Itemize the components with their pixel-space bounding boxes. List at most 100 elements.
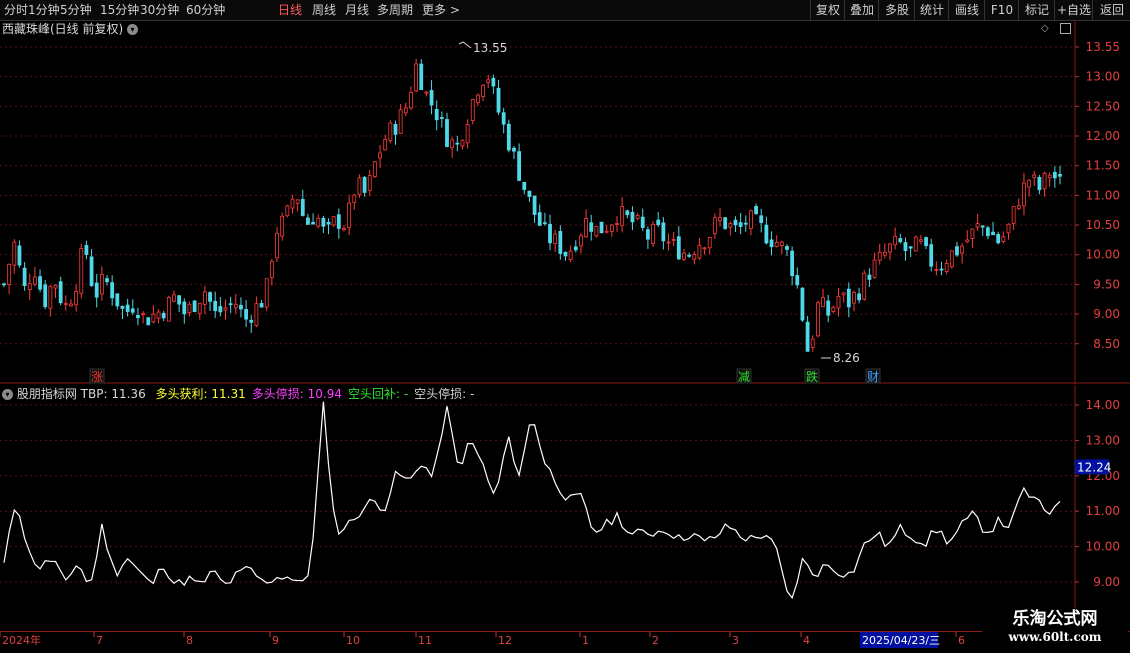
candle-body [826, 300, 831, 316]
candle-body [728, 223, 733, 228]
candle-body [615, 223, 619, 225]
candle-body [893, 235, 898, 246]
candle-body [682, 252, 686, 260]
candle-body [367, 175, 372, 191]
candle-body [352, 194, 357, 203]
candle-body [749, 210, 753, 229]
toolbar-item[interactable]: 日线 [278, 2, 302, 18]
candle-body [795, 275, 800, 286]
candle-body [548, 223, 552, 244]
candle-body [836, 296, 841, 309]
signal-marker: 涨 [89, 368, 105, 384]
candle-body [2, 283, 6, 286]
candle-body [785, 246, 789, 250]
date-label: 10 [346, 634, 360, 647]
toolbar-item[interactable]: 60分钟 [186, 2, 225, 18]
toolbar-item[interactable]: 5分钟 [60, 2, 92, 18]
toolbar-button[interactable]: F10 [984, 0, 1019, 20]
toolbar-button[interactable]: 统计 [914, 0, 949, 20]
candle-body [949, 250, 954, 267]
candle-body [934, 269, 939, 271]
signal-marker: 减 [736, 368, 752, 384]
candle-body [197, 302, 202, 314]
candle-body [702, 247, 707, 250]
candle-body [687, 254, 692, 257]
candle-body [558, 231, 563, 254]
toolbar-item[interactable]: 1分钟 [28, 2, 60, 18]
price-axis-label: 10.50 [1086, 218, 1120, 232]
candle-body [1001, 236, 1006, 242]
signal-marker: 跌 [804, 368, 820, 384]
candle-body [105, 278, 109, 283]
toolbar-item[interactable]: 多周期 [377, 2, 413, 18]
candlestick-chart[interactable]: 13.55 13.00 12.50 12.00 11.50 11.00 10.50 10.00… [0, 20, 1130, 384]
toolbar-button[interactable]: 多股 [878, 0, 915, 20]
candle-body [769, 239, 774, 248]
candle-body [944, 263, 949, 273]
candle-body [89, 256, 94, 286]
candle-body [759, 215, 764, 223]
indicator-axis-label: 10.00 [1086, 540, 1120, 554]
candle-body [7, 263, 12, 285]
candle-body [630, 212, 635, 223]
candle-body [553, 233, 558, 244]
toolbar-item[interactable]: 30分钟 [140, 2, 179, 18]
toolbar-button[interactable]: 画线 [948, 0, 985, 20]
candle-body [357, 177, 362, 195]
candle-body [1047, 174, 1052, 178]
candle-body [651, 223, 655, 244]
candle-body [476, 94, 480, 104]
candle-body [43, 284, 48, 308]
candle-body [249, 319, 254, 323]
candle-body [285, 205, 290, 217]
candle-body [383, 138, 388, 151]
date-label: 2024年 [2, 633, 41, 647]
candle-body [532, 195, 537, 215]
toolbar-button[interactable]: 返回 [1092, 0, 1130, 20]
candle-body [33, 276, 37, 285]
toolbar-button[interactable]: 标记 [1018, 0, 1055, 20]
toolbar-item[interactable]: 分时 [4, 2, 28, 18]
candle-body [640, 216, 645, 228]
candle-body [311, 221, 315, 225]
price-axis-label: 13.55 [1086, 40, 1120, 54]
candle-body [22, 267, 27, 287]
signal-text: 减 [738, 370, 750, 384]
candle-body [17, 245, 22, 266]
candle-body [579, 235, 583, 247]
candle-body [671, 238, 676, 241]
toolbar-item[interactable]: 15分钟 [100, 2, 139, 18]
toolbar-item[interactable]: 月线 [345, 2, 369, 18]
period-toolbar: 分时 1分钟 5分钟 15分钟 30分钟 60分钟 日线 周线 月线 多周期 更多 > 复权 叠加 多股统… [0, 0, 1130, 21]
candle-body [336, 214, 341, 229]
date-cursor-label: 2025/04/23/三 [862, 634, 940, 647]
candle-body [573, 246, 578, 251]
candle-body [156, 311, 161, 319]
candle-body [306, 217, 310, 225]
indicator-axis-label: 9.00 [1093, 575, 1120, 589]
candle-body [852, 292, 856, 304]
toolbar-item[interactable]: 更多 > [422, 2, 460, 18]
toolbar-button[interactable]: +自选 [1054, 0, 1093, 20]
candle-body [877, 251, 882, 261]
candle-body [919, 239, 923, 242]
candle-body [445, 119, 449, 147]
candle-body [161, 312, 166, 319]
candle-body [568, 250, 573, 260]
candle-body [182, 301, 187, 315]
price-axis-label: 9.50 [1093, 277, 1120, 291]
candle-body [239, 304, 243, 310]
indicator-chart[interactable]: 14.0013.0012.0011.0010.009.0012.24 [0, 385, 1130, 631]
candle-body [991, 231, 995, 236]
candle-body [146, 317, 151, 326]
candle-body [718, 217, 722, 222]
toolbar-button[interactable]: 复权 [810, 0, 845, 20]
candle-body [970, 228, 975, 239]
candle-body [882, 251, 887, 256]
toolbar-button[interactable]: 叠加 [844, 0, 879, 20]
price-axis-label: 13.00 [1086, 70, 1120, 84]
candle-body [470, 99, 475, 121]
candle-body [244, 309, 249, 320]
toolbar-item[interactable]: 周线 [312, 2, 336, 18]
candle-body [172, 294, 176, 302]
